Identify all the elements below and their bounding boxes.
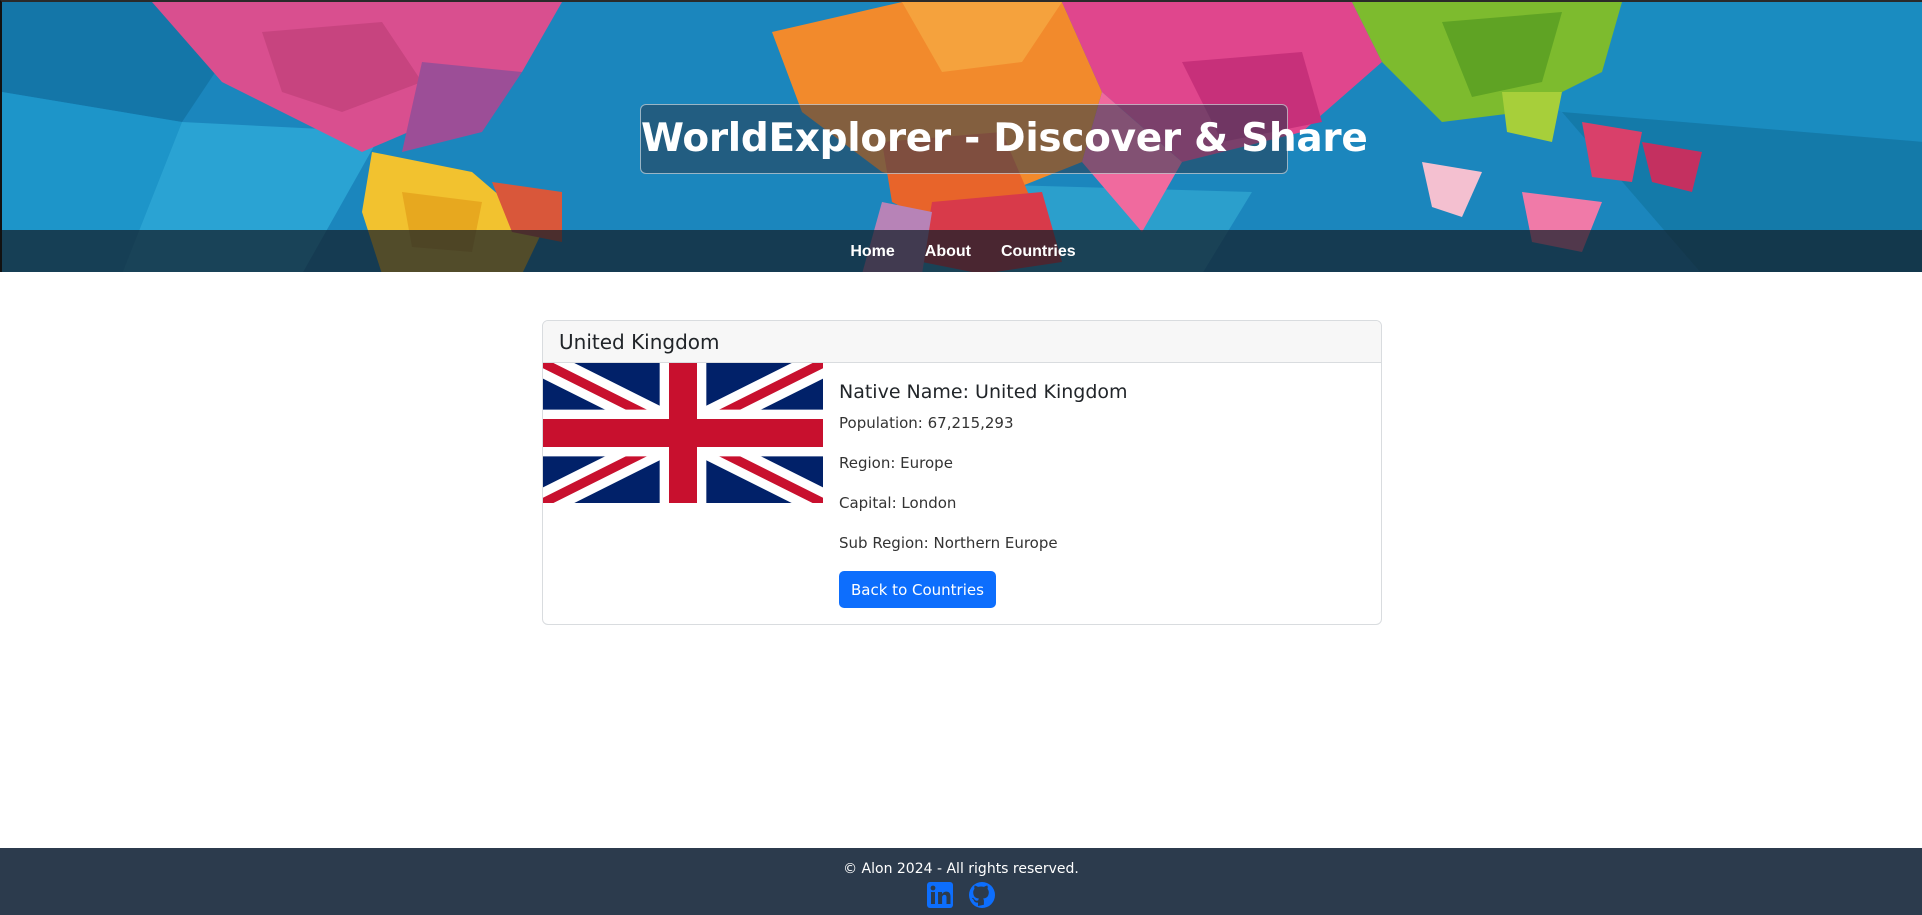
linkedin-icon[interactable] [926, 881, 954, 909]
region-text: Region: Europe [839, 454, 953, 472]
back-to-countries-button[interactable]: Back to Countries [839, 571, 996, 608]
nav-home[interactable]: Home [835, 243, 909, 261]
social-links [0, 881, 1922, 909]
nav-about[interactable]: About [910, 243, 986, 261]
native-name: Native Name: United Kingdom [839, 381, 1128, 403]
capital-text: Capital: London [839, 494, 957, 512]
population-text: Population: 67,215,293 [839, 414, 1014, 432]
country-card: United Kingdom Native Name: United Kingd… [542, 320, 1382, 625]
github-icon[interactable] [968, 881, 996, 909]
main-navbar: Home About Countries [2, 230, 1922, 272]
country-card-body: Native Name: United Kingdom Population: … [543, 363, 1381, 624]
country-card-header: United Kingdom [543, 321, 1381, 363]
subregion-text: Sub Region: Northern Europe [839, 534, 1058, 552]
union-jack-flag-image [543, 363, 823, 503]
copyright-text: © Alon 2024 - All rights reserved. [843, 861, 1079, 877]
nav-countries[interactable]: Countries [986, 243, 1091, 261]
site-title: WorldExplorer - Discover & Share [640, 104, 1368, 174]
country-info: Native Name: United Kingdom Population: … [839, 381, 1359, 573]
page-footer: © Alon 2024 - All rights reserved. [0, 848, 1922, 915]
hero-banner: WorldExplorer - Discover & Share Home Ab… [0, 0, 1922, 272]
